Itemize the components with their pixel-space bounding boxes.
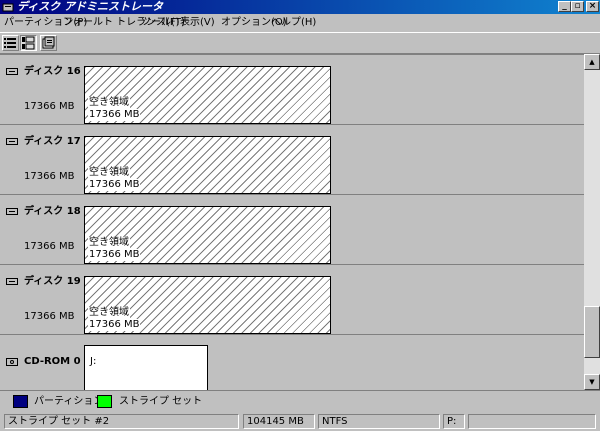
vertical-scrollbar[interactable]: ▲ ▼ [584, 54, 600, 390]
menu-help[interactable]: ヘルプ(H) [271, 17, 316, 29]
status-size: 104145 MB [243, 414, 315, 429]
close-button[interactable]: × [586, 1, 599, 12]
free-space-region[interactable]: 空き領域 17366 MB [84, 66, 331, 124]
free-space-region[interactable]: 空き領域 17366 MB [84, 136, 331, 194]
status-volume-label [468, 414, 596, 429]
region-label: 空き領域 [88, 307, 130, 319]
toolbar [0, 32, 600, 54]
region-label: 空き領域 [88, 237, 130, 249]
cdrom-volume[interactable]: J: [84, 345, 208, 390]
free-space-region[interactable]: 空き領域 17366 MB [84, 276, 331, 334]
disk-size: 17366 MB [24, 311, 75, 322]
menu-bar: パーティション(P) フォールト トレランス(F) ツール(T) 表示(V) オ… [0, 14, 600, 32]
legend-swatch-partition [13, 395, 28, 408]
volumes-view-button[interactable] [2, 35, 19, 51]
legend-label-stripe-set: ストライプ セット [119, 396, 203, 407]
region-size: 17366 MB [88, 109, 141, 121]
disk-row[interactable]: ディスク 19 17366 MB 空き領域 17366 MB [0, 265, 584, 335]
region-label: 空き領域 [88, 167, 130, 179]
title-bar: ディスク アドミニストレータ _ ▫ × [0, 0, 600, 14]
disk-configuration-view-button[interactable] [20, 35, 37, 51]
disk-administrator-icon[interactable] [2, 1, 14, 13]
cdrom-name: CD-ROM 0 [24, 356, 81, 367]
legend: パーティション ストライプ セット [0, 390, 600, 412]
properties-button[interactable] [40, 35, 57, 51]
free-space-region[interactable]: 空き領域 17366 MB [84, 206, 331, 264]
disk-name: ディスク 16 [24, 66, 81, 77]
status-filesystem: NTFS [318, 414, 440, 429]
scroll-down-button[interactable]: ▼ [584, 374, 600, 390]
cdrom-drive-letter: J: [90, 356, 97, 367]
menu-view[interactable]: 表示(V) [180, 17, 215, 29]
hard-disk-icon [6, 278, 18, 285]
legend-label-partition: パーティション [34, 396, 104, 407]
region-size: 17366 MB [88, 179, 141, 191]
maximize-button[interactable]: ▫ [571, 1, 584, 12]
disk-size: 17366 MB [24, 241, 75, 252]
disk-layout-icon [22, 36, 35, 50]
cdrom-icon [6, 358, 18, 366]
window-title: ディスク アドミニストレータ [17, 0, 164, 13]
divider [0, 334, 584, 335]
disk-row[interactable]: ディスク 18 17366 MB 空き領域 17366 MB [0, 195, 584, 265]
scroll-thumb[interactable] [584, 306, 600, 358]
status-selection: ストライプ セット #2 [4, 414, 239, 429]
disk-row[interactable]: ディスク 17 17366 MB 空き領域 17366 MB [0, 125, 584, 195]
disk-name: ディスク 18 [24, 206, 81, 217]
menu-tools[interactable]: ツール(T) [141, 17, 185, 29]
disk-view: ディスク 16 17366 MB 空き領域 17366 MB ディスク 17 1… [0, 54, 584, 390]
disk-size: 17366 MB [24, 101, 75, 112]
disk-size: 17366 MB [24, 171, 75, 182]
hard-disk-icon [6, 138, 18, 145]
region-size: 17366 MB [88, 319, 141, 331]
disk-row[interactable]: ディスク 16 17366 MB 空き領域 17366 MB [0, 55, 584, 125]
region-size: 17366 MB [88, 249, 141, 261]
hard-disk-icon [6, 68, 18, 75]
status-bar: ストライプ セット #2 104145 MB NTFS P: [0, 412, 600, 431]
status-drive-letter: P: [443, 414, 465, 429]
disk-name: ディスク 17 [24, 136, 81, 147]
volumes-list-icon [4, 38, 16, 48]
minimize-button[interactable]: _ [558, 1, 571, 12]
disk-name: ディスク 19 [24, 276, 81, 287]
legend-swatch-stripe-set [97, 395, 112, 408]
properties-icon [42, 36, 55, 49]
cdrom-row[interactable]: CD-ROM 0 J: [0, 345, 584, 390]
region-label: 空き領域 [88, 97, 130, 109]
scroll-up-button[interactable]: ▲ [584, 54, 600, 70]
hard-disk-icon [6, 208, 18, 215]
